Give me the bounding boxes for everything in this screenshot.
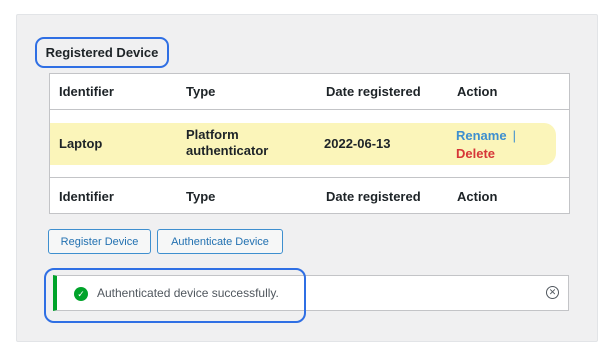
- delete-link[interactable]: Delete: [456, 145, 556, 163]
- register-device-button[interactable]: Register Device: [48, 229, 151, 254]
- column-header-type: Type: [186, 84, 216, 99]
- footer-header-date: Date registered: [326, 188, 421, 204]
- column-header-identifier: Identifier: [59, 84, 114, 99]
- rename-link[interactable]: Rename: [456, 128, 507, 143]
- column-header-date: Date registered: [326, 84, 421, 99]
- device-table: Identifier Type Date registered Action L…: [49, 73, 570, 214]
- footer-header-type: Type: [186, 188, 216, 204]
- footer-header-identifier: Identifier: [59, 188, 114, 204]
- success-notice: ✓ Authenticated device successfully. ✕: [53, 275, 569, 311]
- device-type: Platform authenticator: [186, 127, 269, 158]
- device-actions: Rename | Delete: [456, 127, 556, 163]
- action-separator: |: [512, 128, 516, 143]
- authenticate-device-button[interactable]: Authenticate Device: [157, 229, 283, 254]
- column-header-action: Action: [457, 84, 498, 99]
- check-circle-icon: ✓: [74, 287, 88, 301]
- table-footer: Identifier Type Date registered Action: [50, 177, 569, 214]
- table-row: Laptop Platform authenticator 2022-06-13…: [50, 123, 556, 165]
- notice-message: Authenticated device successfully.: [97, 286, 279, 300]
- device-date: 2022-06-13: [324, 136, 391, 151]
- device-identifier: Laptop: [59, 136, 103, 151]
- table-header: Identifier Type Date registered Action: [50, 74, 569, 110]
- close-circle-icon[interactable]: ✕: [546, 286, 559, 299]
- footer-header-action: Action: [457, 188, 498, 204]
- section-title: Registered Device: [35, 37, 169, 68]
- registered-device-panel: Registered Device Identifier Type Date r…: [16, 14, 598, 342]
